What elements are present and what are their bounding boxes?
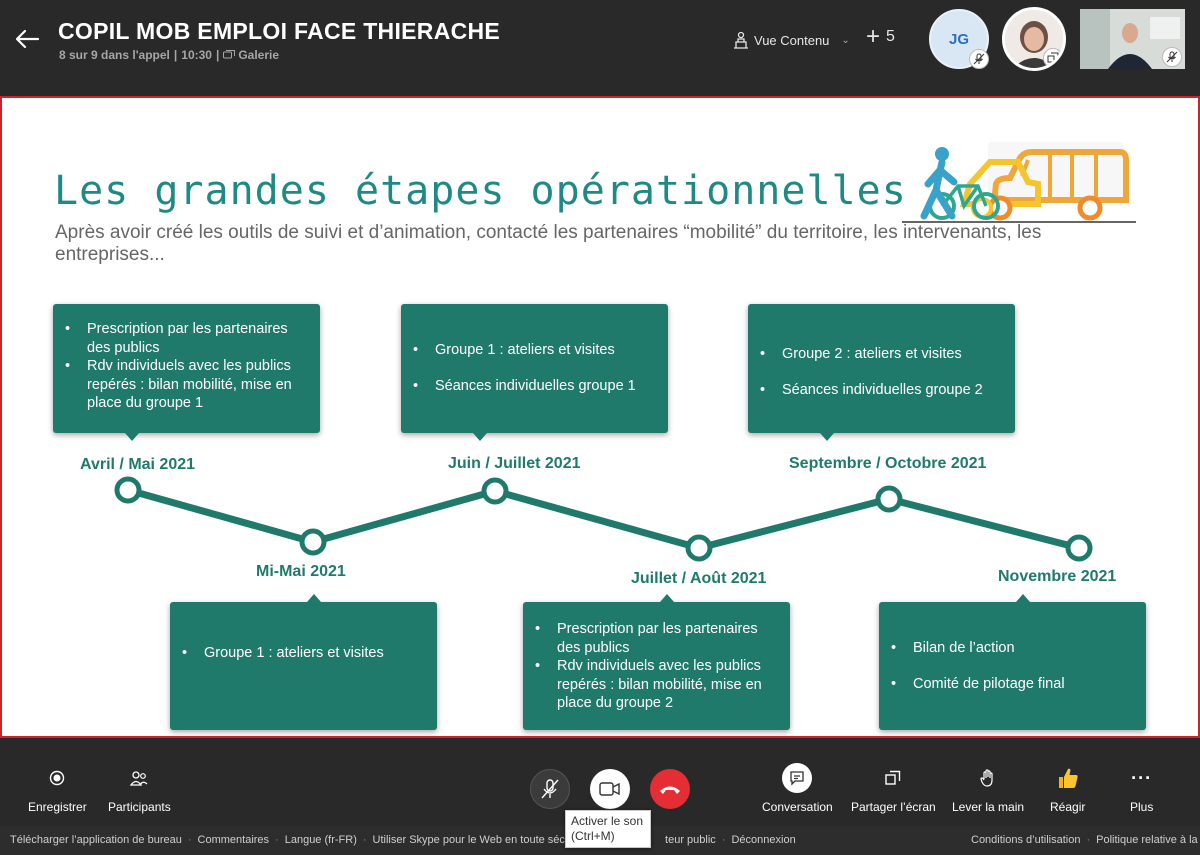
footer-link-public[interactable]: teur public xyxy=(665,834,716,846)
more-button[interactable]: ··· Plus xyxy=(1130,764,1154,815)
conversation-button[interactable]: Conversation xyxy=(762,763,833,814)
bullet-item: Groupe 2 : ateliers et visites xyxy=(748,345,1001,364)
bullet-list: Prescription par les partenaires des pub… xyxy=(523,620,776,713)
bullet-item: Séances individuelles groupe 2 xyxy=(748,381,1001,400)
bullet-list: Bilan de l’action Comité de pilotage fina… xyxy=(879,639,1132,693)
react-button[interactable]: Réagir xyxy=(1050,764,1085,814)
timeline-node xyxy=(114,476,142,504)
react-label: Réagir xyxy=(1050,800,1086,814)
timeline-box: Groupe 1 : ateliers et visites xyxy=(170,594,437,730)
footer-link-security[interactable]: Utiliser Skype pour le Web en toute sécu xyxy=(373,834,572,846)
record-icon xyxy=(50,770,65,786)
timeline-date: Septembre / Octobre 2021 xyxy=(789,455,987,472)
muted-mic-icon xyxy=(541,779,559,799)
tooltip-shortcut: (Ctrl+M) xyxy=(571,829,615,843)
bullet-item: Prescription par les partenaires des pub… xyxy=(53,320,306,357)
footer-link-download[interactable]: Télécharger l’application de bureau xyxy=(10,834,182,846)
share-screen-button[interactable]: Partager l’écran xyxy=(851,764,936,814)
video-camera-icon xyxy=(599,782,620,796)
call-header: COPIL MOB EMPLOI FACE THIERACHE 8 sur 9 … xyxy=(0,0,1200,96)
bullet-item: Rdv individuels avec les publics repérés… xyxy=(523,657,776,713)
avatar-initials: JG xyxy=(948,30,969,48)
gallery-icon xyxy=(223,50,236,59)
timeline-date: Juillet / Août 2021 xyxy=(631,570,767,587)
share-screen-label: Partager l’écran xyxy=(851,800,936,814)
participants-button[interactable]: Participants xyxy=(108,764,171,814)
bullet-item: Prescription par les partenaires des pub… xyxy=(523,620,776,657)
chat-icon xyxy=(790,771,805,786)
bullet-list: Groupe 1 : ateliers et visites Séances in… xyxy=(401,341,654,395)
chevron-down-icon: ⌄ xyxy=(841,34,850,46)
timeline-node xyxy=(299,528,327,556)
view-content-label: Vue Contenu xyxy=(754,32,830,48)
plus-icon: + xyxy=(866,23,881,50)
hang-up-button[interactable] xyxy=(650,769,690,809)
timeline-date: Juin / Juillet 2021 xyxy=(448,455,581,472)
footer-link-privacy[interactable]: Politique relative à la xyxy=(1096,834,1198,846)
footer-link-terms[interactable]: Conditions d’utilisation xyxy=(971,834,1080,846)
participants-label: Participants xyxy=(108,800,171,814)
timeline-box: Bilan de l’action Comité de pilotage fina… xyxy=(879,594,1146,730)
bullet-list: Groupe 1 : ateliers et visites xyxy=(170,644,423,663)
shared-slide: Les grandes étapes opérationnelles Après… xyxy=(0,96,1200,738)
timeline-box: Prescription par les partenaires des pub… xyxy=(53,304,320,441)
timeline-node xyxy=(481,477,509,505)
bullet-list: Groupe 2 : ateliers et visites Séances in… xyxy=(748,345,1001,399)
camera-button[interactable] xyxy=(590,769,630,809)
call-time: 10:30 xyxy=(181,48,212,62)
raise-hand-button[interactable]: Lever la main xyxy=(952,764,1024,814)
footer-link-logout[interactable]: Déconnexion xyxy=(731,834,795,846)
bullet-item: Groupe 1 : ateliers et visites xyxy=(170,644,423,663)
unmute-button[interactable] xyxy=(530,769,570,809)
unmute-tooltip: Activer le son (Ctrl+M) xyxy=(565,810,651,848)
timeline-node xyxy=(875,485,903,513)
timeline-line xyxy=(127,486,1080,552)
timeline-node xyxy=(685,534,713,562)
tooltip-text: Activer le son xyxy=(571,814,644,828)
bullet-item: Bilan de l’action xyxy=(879,639,1132,658)
avatar[interactable]: JG xyxy=(929,9,989,69)
view-content-dropdown[interactable]: Vue Contenu ⌄ xyxy=(733,30,850,50)
bullet-list: Prescription par les partenaires des pub… xyxy=(53,320,306,413)
meeting-subtitle: 8 sur 9 dans l'appel | 10:30 | Galerie xyxy=(59,48,280,62)
raise-hand-label: Lever la main xyxy=(952,800,1025,814)
record-label: Enregistrer xyxy=(28,800,87,814)
footer-link-feedback[interactable]: Commentaires xyxy=(198,834,270,846)
timeline-date: Novembre 2021 xyxy=(998,568,1117,585)
pin-icon xyxy=(1043,48,1063,68)
bullet-item: Rdv individuels avec les publics repérés… xyxy=(53,357,306,413)
muted-mic-icon xyxy=(1162,47,1182,67)
record-button[interactable]: Enregistrer xyxy=(28,764,87,814)
bullet-item: Comité de pilotage final xyxy=(879,675,1132,694)
conversation-label: Conversation xyxy=(762,800,833,814)
share-screen-icon xyxy=(885,770,901,785)
ellipsis-icon: ··· xyxy=(1131,767,1153,788)
back-arrow-icon[interactable] xyxy=(10,22,44,56)
thumbs-up-icon xyxy=(1058,768,1078,788)
presenter-icon xyxy=(734,31,748,49)
timeline-box: Groupe 2 : ateliers et visites Séances in… xyxy=(748,304,1015,441)
more-participants-button[interactable]: + 5 xyxy=(866,23,895,50)
bullet-item: Séances individuelles groupe 1 xyxy=(401,377,654,396)
muted-mic-icon xyxy=(969,49,989,69)
participant-video[interactable] xyxy=(1080,9,1185,69)
timeline-date: Avril / Mai 2021 xyxy=(80,456,196,473)
layout-mode: Galerie xyxy=(238,48,280,62)
timeline-node xyxy=(1065,534,1093,562)
people-icon xyxy=(130,771,148,786)
bullet-item: Groupe 1 : ateliers et visites xyxy=(401,341,654,360)
footer-link-language[interactable]: Langue (fr-FR) xyxy=(285,834,357,846)
meeting-title: COPIL MOB EMPLOI FACE THIERACHE xyxy=(58,18,501,44)
timeline-box: Groupe 1 : ateliers et visites Séances in… xyxy=(401,304,668,441)
more-label: Plus xyxy=(1130,800,1154,814)
hand-icon xyxy=(980,769,993,787)
participant-video[interactable] xyxy=(1002,7,1066,71)
timeline-box: Prescription par les partenaires des pub… xyxy=(523,594,790,730)
hang-up-icon xyxy=(660,786,680,794)
timeline-date: Mi-Mai 2021 xyxy=(256,563,346,580)
more-participants-count: 5 xyxy=(886,28,895,45)
call-participant-count: 8 sur 9 dans l'appel xyxy=(59,48,170,62)
